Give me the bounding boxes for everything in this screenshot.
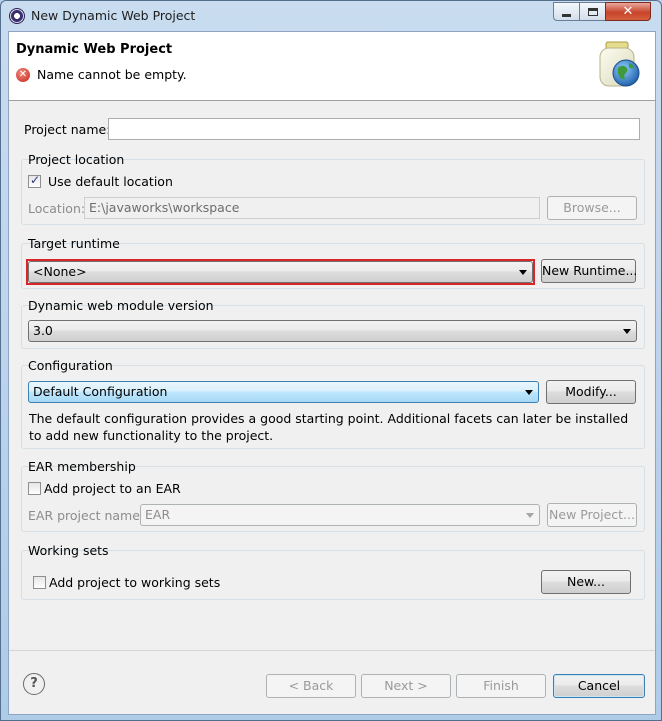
target-runtime-value: <None> [33, 264, 87, 279]
close-icon: ✕ [622, 4, 634, 19]
chevron-down-icon [526, 513, 534, 518]
cancel-button[interactable]: Cancel [553, 674, 645, 698]
configuration-value: Default Configuration [33, 384, 168, 399]
wizard-header: Dynamic Web Project ✕ Name cannot be emp… [9, 32, 655, 101]
project-name-input[interactable] [108, 118, 640, 140]
ear-project-name-value: EAR [145, 507, 171, 522]
web-project-banner-icon [599, 41, 640, 87]
add-to-ear-checkbox[interactable] [28, 482, 41, 495]
target-runtime-group-label: Target runtime [28, 236, 120, 251]
dialog-window: New Dynamic Web Project ✕ Dynamic Web Pr… [0, 0, 662, 721]
use-default-location-checkbox[interactable] [28, 173, 41, 188]
working-sets-group-label: Working sets [28, 543, 109, 558]
back-button[interactable]: < Back [266, 674, 356, 698]
error-message: Name cannot be empty. [37, 67, 187, 82]
close-button[interactable]: ✕ [605, 2, 651, 21]
ear-membership-group-label: EAR membership [28, 459, 136, 474]
dialog-client-area: Dynamic Web Project ✕ Name cannot be emp… [8, 31, 656, 715]
location-label: Location: [28, 201, 86, 216]
minimize-icon [562, 14, 571, 17]
module-version-group-label: Dynamic web module version [28, 298, 214, 313]
module-version-value: 3.0 [33, 323, 53, 338]
modify-button[interactable]: Modify... [546, 380, 636, 404]
add-to-working-sets-label: Add project to working sets [49, 575, 221, 590]
configuration-select[interactable]: Default Configuration [28, 381, 539, 403]
window-title: New Dynamic Web Project [31, 8, 196, 23]
maximize-icon [587, 7, 598, 16]
add-to-working-sets-checkbox[interactable] [33, 576, 46, 589]
module-version-select[interactable]: 3.0 [28, 320, 637, 342]
footer-separator [9, 650, 655, 651]
add-to-ear-label: Add project to an EAR [44, 481, 181, 496]
chevron-down-icon [623, 329, 631, 334]
project-location-group-label: Project location [28, 152, 125, 167]
page-title: Dynamic Web Project [16, 42, 173, 57]
finish-button[interactable]: Finish [456, 674, 546, 698]
eclipse-app-icon [9, 8, 25, 24]
ear-project-name-label: EAR project name: [28, 508, 145, 523]
error-icon: ✕ [16, 68, 30, 82]
maximize-button[interactable] [579, 2, 606, 21]
browse-button[interactable]: Browse... [547, 196, 637, 220]
minimize-button[interactable] [553, 2, 580, 21]
new-runtime-button[interactable]: New Runtime... [541, 259, 637, 283]
new-working-set-button[interactable]: New... [541, 570, 631, 594]
location-input[interactable]: E:\javaworks\workspace [84, 197, 540, 219]
title-bar[interactable]: New Dynamic Web Project ✕ [1, 1, 662, 31]
configuration-group-label: Configuration [28, 358, 113, 373]
next-button[interactable]: Next > [361, 674, 451, 698]
help-icon[interactable]: ? [23, 673, 45, 695]
project-name-label: Project name: [24, 122, 111, 137]
chevron-down-icon [525, 390, 533, 395]
ear-project-name-select[interactable]: EAR [140, 504, 540, 526]
target-runtime-select[interactable]: <None> [28, 261, 533, 283]
configuration-description: The default configuration provides a goo… [29, 411, 629, 443]
new-ear-project-button[interactable]: New Project... [547, 503, 637, 527]
use-default-location-label: Use default location [48, 174, 173, 189]
chevron-down-icon [519, 270, 527, 275]
